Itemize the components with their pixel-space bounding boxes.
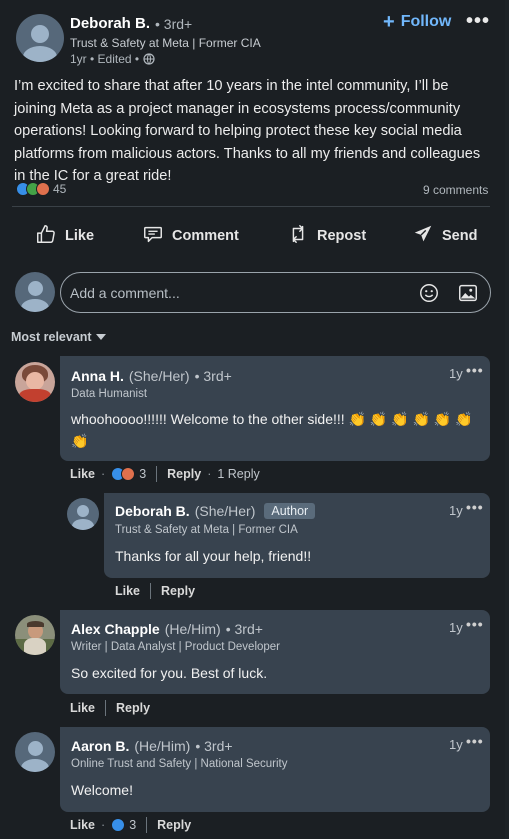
comment-reaction-count[interactable]: 3	[139, 467, 146, 481]
pronouns: (He/Him)	[134, 738, 191, 754]
image-icon[interactable]	[457, 282, 479, 309]
comment-reply-button[interactable]: Reply	[167, 467, 201, 481]
feed-post-card: Deborah B. • 3rd+ Trust & Safety at Meta…	[0, 0, 505, 839]
repost-icon	[287, 223, 309, 249]
post-author-headline: Trust & Safety at Meta | Former CIA	[70, 36, 261, 50]
comment-actions: Like Reply	[70, 700, 150, 716]
comment-reply-button[interactable]: Reply	[157, 818, 191, 832]
comments-count-link[interactable]: 9 comments	[423, 183, 488, 197]
reply-bubble: Deborah B. (She/Her) Author Trust & Safe…	[104, 493, 490, 578]
pronouns: (She/Her)	[128, 368, 190, 384]
commenter-avatar[interactable]	[15, 615, 55, 655]
comment-more-icon[interactable]: •••	[466, 733, 484, 749]
comment-reply-button[interactable]: Reply	[116, 701, 150, 715]
comment-like-button[interactable]: Like	[70, 467, 95, 481]
globe-icon	[143, 53, 155, 65]
comment-time: 1y	[449, 620, 463, 635]
comment-text: Welcome!	[71, 782, 133, 798]
comment-time: 1y	[449, 503, 463, 518]
comment-more-icon[interactable]: •••	[466, 616, 484, 632]
post-author-name[interactable]: Deborah B.	[70, 15, 150, 32]
connection-degree: • 3rd+	[155, 15, 193, 32]
emoji-icon[interactable]	[418, 282, 440, 309]
love-reaction-icon	[36, 182, 50, 196]
commenter-avatar[interactable]	[15, 732, 55, 772]
comment-actions: Like · 3 Reply	[70, 817, 192, 833]
reply-like-button[interactable]: Like	[115, 584, 140, 598]
thumbs-up-icon	[35, 223, 57, 249]
reply-actions: Like Reply	[115, 583, 195, 599]
commenter-headline: Online Trust and Safety | National Secur…	[71, 758, 288, 770]
reaction-count: 45	[53, 182, 67, 196]
plus-icon: +	[383, 11, 395, 33]
comment-more-icon[interactable]: •••	[466, 499, 484, 515]
commenter-name[interactable]: Anna H.	[71, 368, 124, 384]
reply-author-headline: Trust & Safety at Meta | Former CIA	[115, 524, 298, 536]
commenter-name[interactable]: Aaron B.	[71, 738, 129, 754]
author-badge: Author	[264, 503, 316, 519]
send-icon	[412, 223, 434, 249]
comment-bubble: Alex Chapple (He/Him) • 3rd+ Writer | Da…	[60, 610, 490, 694]
comment-text: whoohoooo!!!!!! Welcome to the other sid…	[71, 411, 473, 449]
repost-button[interactable]: Repost	[287, 222, 366, 250]
post-body-text: I’m excited to share that after 10 years…	[14, 78, 481, 184]
post-author-avatar[interactable]	[16, 14, 64, 62]
follow-button[interactable]: + Follow	[383, 11, 451, 33]
reactions-summary[interactable]: 45	[16, 182, 66, 196]
commenter-headline: Data Humanist	[71, 388, 148, 400]
reply-reply-button[interactable]: Reply	[161, 584, 195, 598]
pronouns: (He/Him)	[164, 621, 221, 637]
reply-author-avatar[interactable]	[67, 498, 99, 530]
connection-degree: • 3rd+	[195, 738, 233, 754]
pronouns: (She/Her)	[194, 503, 256, 519]
like-reaction-icon	[111, 818, 126, 832]
post-timestamp: 1yr • Edited •	[70, 52, 140, 66]
comment-button[interactable]: Comment	[142, 222, 239, 250]
comment-like-button[interactable]: Like	[70, 818, 95, 832]
commenter-headline: Writer | Data Analyst | Product Develope…	[71, 641, 281, 653]
comment-actions: Like · 3 Reply · 1 Reply	[70, 466, 260, 482]
commenter-name[interactable]: Alex Chapple	[71, 621, 160, 637]
comment-bubble: Aaron B. (He/Him) • 3rd+ Online Trust an…	[60, 727, 490, 812]
sort-dropdown[interactable]: Most relevant	[11, 330, 106, 344]
connection-degree: • 3rd+	[225, 621, 263, 637]
comment-reaction-count[interactable]: 3	[129, 818, 136, 832]
commenter-avatar[interactable]	[15, 362, 55, 402]
current-user-avatar	[15, 272, 55, 312]
comment-text: So excited for you. Best of luck.	[71, 665, 268, 681]
replies-count-link[interactable]: 1 Reply	[217, 467, 259, 481]
comment-bubble: Anna H. (She/Her) • 3rd+ Data Humanist 1…	[60, 356, 490, 461]
more-options-icon[interactable]: •••	[466, 10, 490, 33]
reply-text: Thanks for all your help, friend!!	[115, 548, 312, 564]
send-button[interactable]: Send	[412, 222, 477, 250]
comment-icon	[142, 223, 164, 249]
comment-like-button[interactable]: Like	[70, 701, 95, 715]
divider	[12, 206, 490, 207]
love-reaction-icon	[121, 467, 136, 481]
like-button[interactable]: Like	[35, 222, 94, 250]
comment-time: 1y	[449, 737, 463, 752]
caret-down-icon	[95, 330, 106, 344]
reply-author-name[interactable]: Deborah B.	[115, 503, 190, 519]
connection-degree: • 3rd+	[194, 368, 232, 384]
comment-more-icon[interactable]: •••	[466, 362, 484, 378]
comment-time: 1y	[449, 366, 463, 381]
